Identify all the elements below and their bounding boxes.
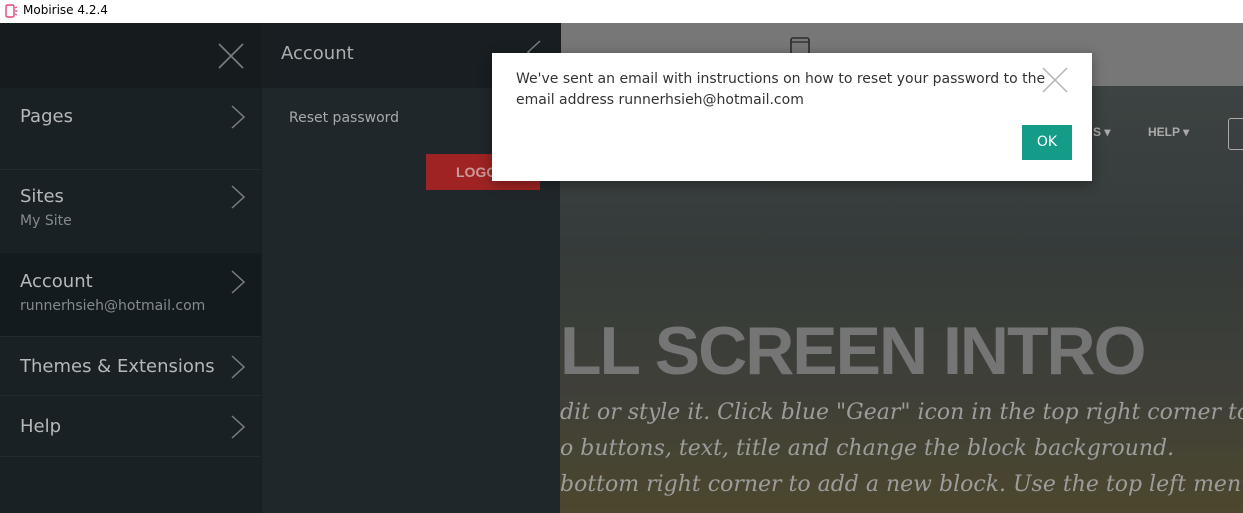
mobirise-app-icon (5, 4, 18, 18)
window-title: Mobirise 4.2.4 (23, 3, 108, 17)
window-titlebar: Mobirise 4.2.4 (0, 0, 1243, 23)
password-reset-dialog: We've sent an email with instructions on… (492, 53, 1092, 181)
ok-button[interactable]: OK (1022, 125, 1072, 160)
dialog-message: We've sent an email with instructions on… (516, 71, 1046, 108)
close-icon[interactable] (1042, 67, 1068, 93)
